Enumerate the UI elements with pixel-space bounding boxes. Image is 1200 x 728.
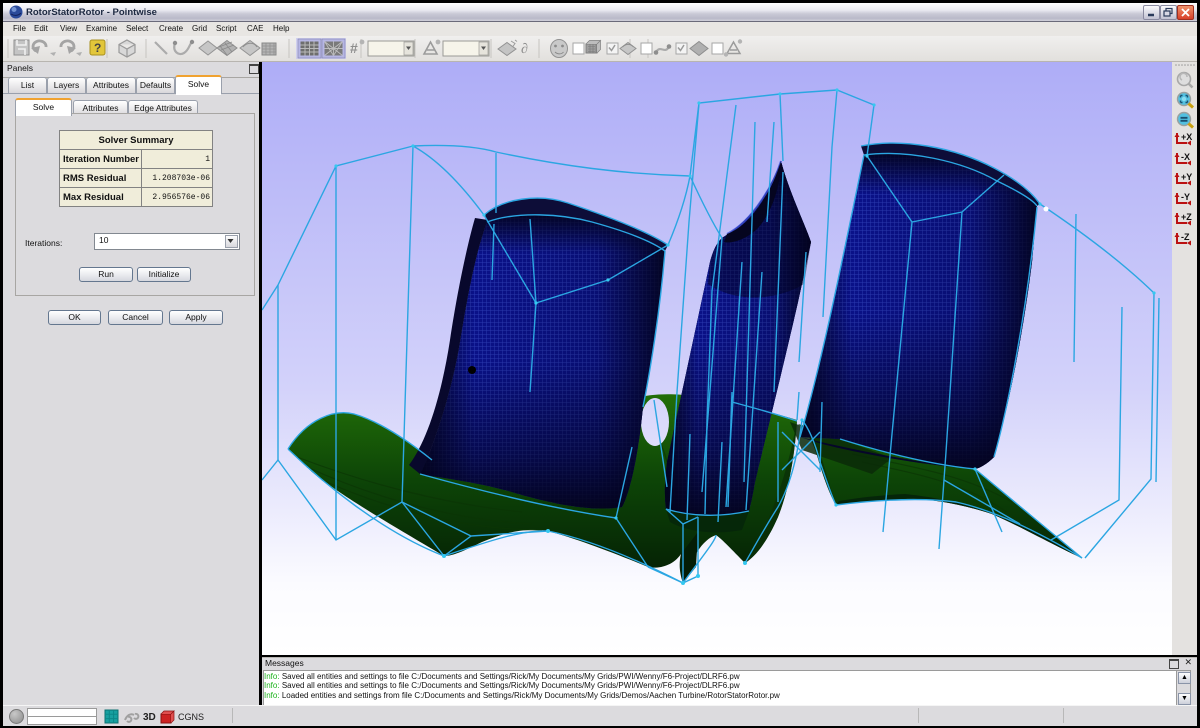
svg-text:-X: -X: [1181, 152, 1190, 162]
svg-text:3D: 3D: [143, 712, 156, 723]
svg-text:-Y: -Y: [1181, 192, 1190, 202]
svg-text:CGNS: CGNS: [178, 712, 204, 722]
svg-text:-Z: -Z: [1181, 232, 1190, 242]
svg-text:?: ?: [94, 41, 101, 55]
svg-text:+X: +X: [1181, 132, 1192, 142]
svg-text:+Z: +Z: [1181, 212, 1192, 222]
svg-text:+Y: +Y: [1181, 172, 1192, 182]
svg-text:∂: ∂: [521, 42, 528, 57]
svg-text:#: #: [350, 40, 358, 56]
